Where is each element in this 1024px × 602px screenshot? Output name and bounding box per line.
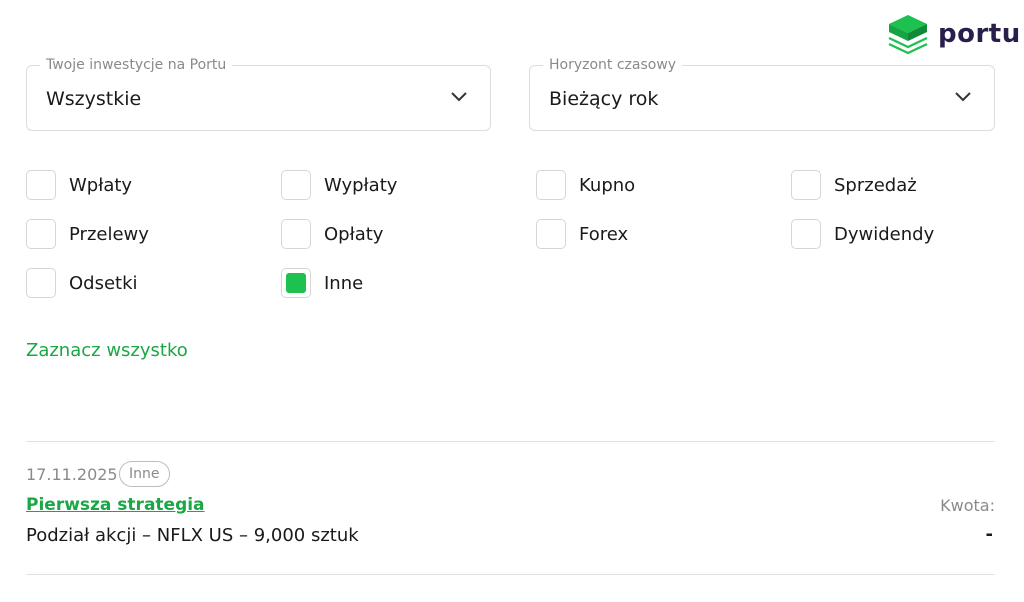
filter-oplaty[interactable]: Opłaty xyxy=(281,219,383,249)
transaction-date: 17.11.2025 xyxy=(26,465,118,484)
checkbox[interactable] xyxy=(26,268,56,298)
filter-label: Przelewy xyxy=(69,223,149,245)
checkbox-checked[interactable] xyxy=(281,268,311,298)
select-all-link[interactable]: Zaznacz wszystko xyxy=(26,340,188,361)
divider xyxy=(26,574,995,575)
filter-label: Wypłaty xyxy=(324,174,398,196)
time-horizon-select[interactable]: Horyzont czasowy Bieżący rok xyxy=(529,57,995,131)
checkbox[interactable] xyxy=(791,219,821,249)
divider xyxy=(26,441,995,442)
filter-label: Odsetki xyxy=(69,272,138,294)
amount-value: - xyxy=(985,524,993,545)
checkbox[interactable] xyxy=(281,219,311,249)
strategy-link[interactable]: Pierwsza strategia xyxy=(26,495,205,515)
time-horizon-select-value: Bieżący rok xyxy=(549,88,659,110)
filter-forex[interactable]: Forex xyxy=(536,219,628,249)
filter-odsetki[interactable]: Odsetki xyxy=(26,268,138,298)
logo-text: portu xyxy=(938,19,1021,49)
filter-wyplaty[interactable]: Wypłaty xyxy=(281,170,397,200)
checkbox[interactable] xyxy=(536,170,566,200)
filter-sprzedaz[interactable]: Sprzedaż xyxy=(791,170,917,200)
filter-wplaty[interactable]: Wpłaty xyxy=(26,170,132,200)
filter-label: Forex xyxy=(579,223,629,245)
amount-label: Kwota: xyxy=(940,496,995,515)
filter-label: Dywidendy xyxy=(834,223,935,245)
chevron-down-icon xyxy=(451,92,467,102)
transaction-type-badge: Inne xyxy=(119,461,170,487)
filter-label: Inne xyxy=(324,272,364,294)
filter-label: Opłaty xyxy=(324,223,384,245)
filter-inne[interactable]: Inne xyxy=(281,268,363,298)
filter-label: Kupno xyxy=(579,174,636,196)
filter-label: Sprzedaż xyxy=(834,174,917,196)
checkbox[interactable] xyxy=(26,170,56,200)
filter-przelewy[interactable]: Przelewy xyxy=(26,219,149,249)
transactions-page: portu Twoje inwestycje na Portu Wszystki… xyxy=(0,0,1024,602)
filter-dywidendy[interactable]: Dywidendy xyxy=(791,219,934,249)
checkbox[interactable] xyxy=(791,170,821,200)
filter-label: Wpłaty xyxy=(69,174,133,196)
checkbox[interactable] xyxy=(536,219,566,249)
transaction-description: Podział akcji – NFLX US – 9,000 sztuk xyxy=(26,525,359,546)
stacked-layers-icon xyxy=(888,15,928,55)
portu-logo[interactable]: portu xyxy=(886,12,1021,56)
investments-select-label: Twoje inwestycje na Portu xyxy=(40,57,233,73)
chevron-down-icon xyxy=(955,92,971,102)
filter-kupno[interactable]: Kupno xyxy=(536,170,635,200)
investments-select-value: Wszystkie xyxy=(46,88,142,110)
checkbox[interactable] xyxy=(26,219,56,249)
checkbox[interactable] xyxy=(281,170,311,200)
time-horizon-select-label: Horyzont czasowy xyxy=(543,57,683,73)
investments-select[interactable]: Twoje inwestycje na Portu Wszystkie xyxy=(26,57,491,131)
